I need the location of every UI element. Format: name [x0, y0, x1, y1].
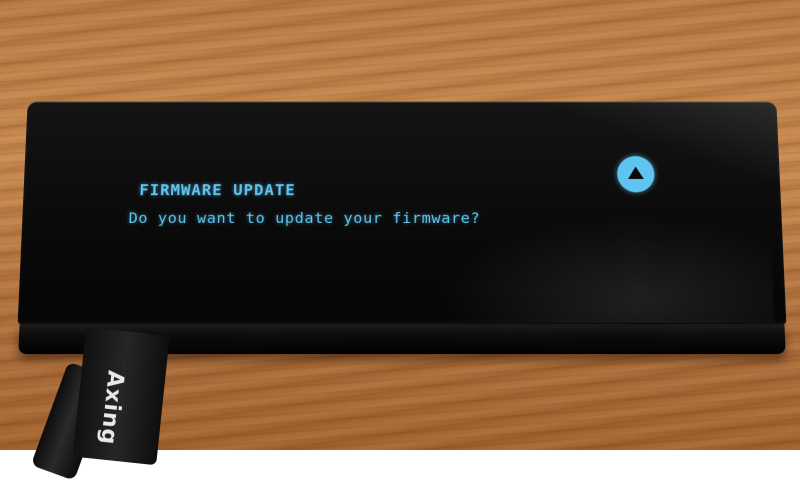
hardware-wallet-device: FIRMWARE UPDATE Do you want to update yo…	[16, 101, 788, 360]
glass-reflection	[435, 215, 775, 323]
cable-plug: Axing	[72, 327, 170, 466]
usb-cable: Axing	[30, 324, 170, 481]
screen-title: FIRMWARE UPDATE	[139, 180, 296, 199]
up-triangle-icon	[627, 166, 644, 179]
device-screen: FIRMWARE UPDATE Do you want to update yo…	[17, 101, 787, 325]
cable-logo: Axing	[94, 369, 128, 447]
screen-message: Do you want to update your firmware?	[128, 209, 481, 227]
confirm-button[interactable]	[616, 156, 655, 193]
